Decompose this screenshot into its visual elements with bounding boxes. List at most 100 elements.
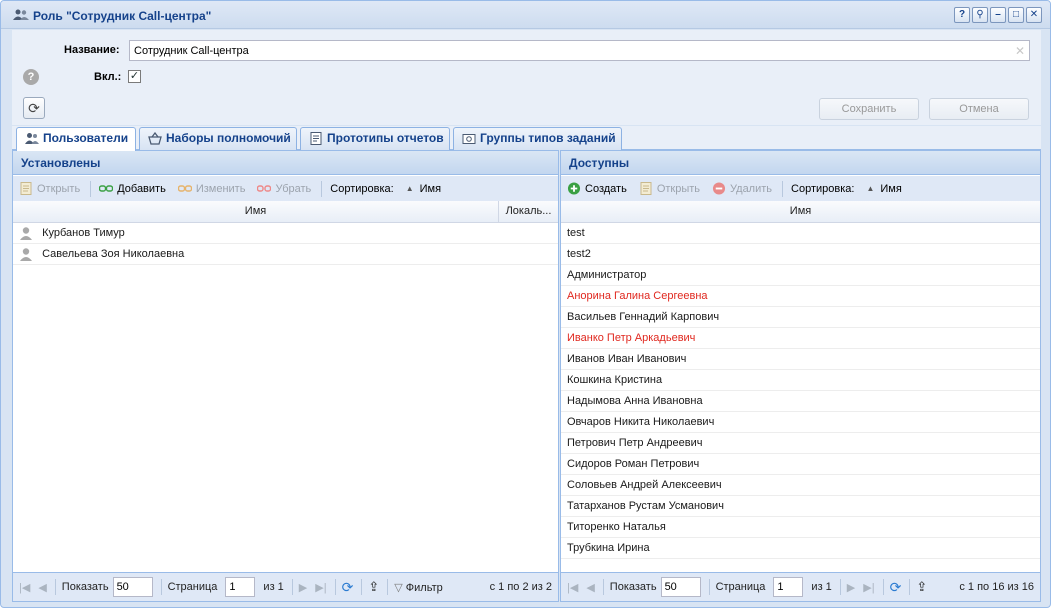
pager-separator	[909, 579, 911, 595]
table-row[interactable]: Васильев Геннадий Карпович	[561, 307, 1040, 328]
pager-separator	[602, 579, 604, 595]
clear-icon[interactable]: ✕	[1015, 44, 1025, 58]
title-bar[interactable]: Роль "Сотрудник Call-центра" ? ⚲ – □ ✕	[1, 1, 1050, 29]
next-page-icon[interactable]: ▶	[847, 581, 855, 594]
tab-bar: Пользователи Наборы полномочий Прототипы…	[12, 126, 1041, 151]
first-page-icon[interactable]: |◀	[567, 581, 578, 594]
table-row[interactable]: Трубкина Ирина	[561, 538, 1040, 559]
prev-page-icon[interactable]: ◀	[38, 581, 46, 594]
last-page-icon[interactable]: ▶|	[315, 581, 326, 594]
page-number-input[interactable]	[225, 577, 256, 597]
link-break-icon	[257, 185, 272, 192]
table-row[interactable]: Кошкина Кристина	[561, 370, 1040, 391]
pager-separator	[708, 579, 710, 595]
table-row[interactable]: Сидоров Роман Петрович	[561, 454, 1040, 475]
sort-asc-icon: ▲	[866, 184, 875, 193]
open-button[interactable]: Открыть	[19, 182, 80, 195]
help-icon[interactable]: ?	[23, 69, 39, 85]
prev-page-icon[interactable]: ◀	[586, 581, 594, 594]
cancel-button[interactable]: Отмена	[929, 98, 1029, 120]
reload-icon[interactable]: ⟳	[890, 579, 902, 596]
table-row[interactable]: Соловьев Андрей Алексеевич	[561, 475, 1040, 496]
name-field[interactable]	[129, 40, 1030, 61]
assigned-pager: |◀ ◀ Показать Страница из 1 ▶ ▶| ⟳ ⇪ ▽ Ф…	[13, 572, 558, 601]
table-row[interactable]: test	[561, 223, 1040, 244]
next-page-icon[interactable]: ▶	[299, 581, 307, 594]
table-row[interactable]: Администратор	[561, 265, 1040, 286]
refresh-button[interactable]: ⟳	[23, 97, 45, 119]
minus-circle-icon	[712, 182, 726, 195]
pager-separator	[387, 579, 389, 595]
tab-report-prototypes[interactable]: Прототипы отчетов	[300, 127, 450, 150]
export-icon[interactable]: ⇪	[916, 579, 927, 595]
tab-permission-sets[interactable]: Наборы полномочий	[139, 127, 297, 150]
column-locale[interactable]: Локаль...	[499, 201, 558, 223]
page-size-input[interactable]	[112, 577, 153, 597]
maximize-button[interactable]: □	[1008, 7, 1024, 23]
create-button[interactable]: Создать	[567, 182, 627, 195]
filter-icon: ▽	[394, 581, 403, 594]
table-row[interactable]: Савельева Зоя Николаевна	[13, 244, 558, 265]
close-button[interactable]: ✕	[1026, 7, 1042, 23]
panel-title: Установлены	[13, 151, 558, 175]
role-form: Название: ✕ ? Вкл.: ✓ ⟳ Сохранить Отмена	[12, 30, 1041, 125]
name-label: Название:	[64, 44, 120, 56]
link-edit-icon	[177, 185, 192, 192]
tab-label: Прототипы отчетов	[327, 131, 444, 145]
tab-users[interactable]: Пользователи	[16, 127, 136, 151]
export-icon[interactable]: ⇪	[368, 579, 379, 595]
last-page-icon[interactable]: ▶|	[863, 581, 874, 594]
page-number-input[interactable]	[773, 577, 804, 597]
filter-button[interactable]: ▽ Фильтр	[394, 581, 442, 594]
add-button[interactable]: Добавить	[99, 182, 166, 195]
tab-label: Пользователи	[43, 131, 129, 145]
table-row[interactable]: Титоренко Наталья	[561, 517, 1040, 538]
page-size-input[interactable]	[660, 577, 701, 597]
pager-separator	[160, 579, 162, 595]
save-button[interactable]: Сохранить	[819, 98, 919, 120]
assigned-users-list: Курбанов Тимур Савельева Зоя Николаевна	[13, 223, 558, 265]
panel-title: Доступны	[561, 151, 1040, 175]
plus-circle-icon	[567, 182, 581, 195]
report-icon	[310, 132, 322, 145]
find-tool-button[interactable]: ⚲	[972, 7, 988, 23]
table-row[interactable]: Курбанов Тимур	[13, 223, 558, 244]
table-row[interactable]: Надымова Анна Ивановна	[561, 391, 1040, 412]
edit-button[interactable]: Изменить	[177, 182, 245, 195]
folder-task-icon	[462, 134, 476, 144]
table-row[interactable]: Петрович Петр Андреевич	[561, 433, 1040, 454]
column-name[interactable]: Имя	[561, 201, 1040, 223]
role-window: Роль "Сотрудник Call-центра" ? ⚲ – □ ✕ Н…	[0, 0, 1051, 608]
sort-by-name-button[interactable]: ▲ Имя	[866, 183, 901, 195]
available-toolbar: Создать Открыть Удалить Сортировка: ▲ Им…	[561, 176, 1040, 201]
table-row[interactable]: Татарханов Рустам Усманович	[561, 496, 1040, 517]
table-row[interactable]: Анорина Галина Сергеевна	[561, 286, 1040, 307]
sort-asc-icon: ▲	[405, 184, 414, 193]
sort-by-name-button[interactable]: ▲ Имя	[406, 183, 441, 195]
column-name[interactable]: Имя	[13, 201, 499, 223]
page-size-label: Показать	[609, 581, 657, 593]
page-total: из 1	[811, 581, 832, 593]
delete-button[interactable]: Удалить	[712, 182, 772, 195]
page-total: из 1	[263, 581, 284, 593]
sort-label: Сортировка:	[330, 182, 394, 195]
tab-task-type-groups[interactable]: Группы типов заданий	[453, 127, 622, 150]
toolbar-separator	[90, 180, 92, 197]
column-header: Имя Локаль...	[13, 201, 558, 223]
table-row[interactable]: Иванов Иван Иванович	[561, 349, 1040, 370]
tab-label: Группы типов заданий	[480, 131, 616, 145]
enabled-checkbox[interactable]: ✓	[128, 70, 141, 83]
table-row[interactable]: Овчаров Никита Николаевич	[561, 412, 1040, 433]
user-icon	[20, 227, 32, 241]
help-tool-button[interactable]: ?	[954, 7, 970, 23]
table-row[interactable]: Иванко Петр Аркадьевич	[561, 328, 1040, 349]
minimize-button[interactable]: –	[990, 7, 1006, 23]
remove-button[interactable]: Убрать	[257, 182, 311, 195]
link-add-icon	[99, 185, 114, 192]
page-label: Страница	[715, 581, 766, 593]
table-row[interactable]: test2	[561, 244, 1040, 265]
open-button[interactable]: Открыть	[639, 182, 700, 195]
first-page-icon[interactable]: |◀	[19, 581, 30, 594]
reload-icon[interactable]: ⟳	[342, 579, 354, 596]
sort-label: Сортировка:	[791, 182, 855, 195]
